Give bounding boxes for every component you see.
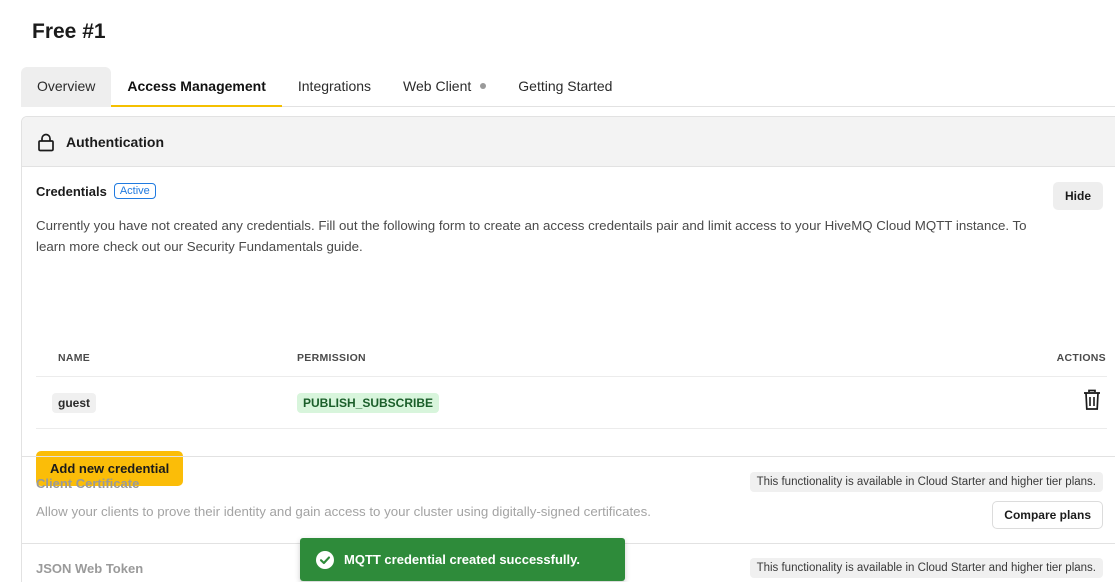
trash-icon[interactable] xyxy=(1082,389,1102,411)
compare-plans-button[interactable]: Compare plans xyxy=(992,501,1103,529)
credentials-section: Credentials Active Hide Currently you ha… xyxy=(22,167,1115,486)
status-dot-icon xyxy=(480,83,487,89)
credentials-title: Credentials xyxy=(36,183,107,199)
authentication-card: Authentication Credentials Active Hide C… xyxy=(21,116,1115,582)
tab-access-management[interactable]: Access Management xyxy=(111,67,282,107)
page: Free #1 Overview Access Management Integ… xyxy=(0,0,1115,582)
authentication-title: Authentication xyxy=(66,133,164,150)
permission-badge: PUBLISH_SUBSCRIBE xyxy=(297,392,440,413)
tab-overview-label: Overview xyxy=(37,78,96,94)
tab-overview[interactable]: Overview xyxy=(21,67,112,107)
column-header-name: NAME xyxy=(58,351,91,364)
toast-message: MQTT credential created successfully. xyxy=(344,552,581,567)
tab-access-management-label: Access Management xyxy=(127,78,266,94)
hide-button[interactable]: Hide xyxy=(1052,182,1103,210)
credentials-description: Currently you have not created any crede… xyxy=(36,218,1027,254)
tab-getting-started-label: Getting Started xyxy=(518,78,613,94)
column-header-actions: ACTIONS xyxy=(1056,351,1106,364)
tier-note-badge: This functionality is available in Cloud… xyxy=(749,558,1103,578)
tab-integrations[interactable]: Integrations xyxy=(282,67,387,107)
status-badge: Active xyxy=(113,183,156,199)
tab-web-client-label: Web Client xyxy=(403,78,472,94)
page-title: Free #1 xyxy=(32,20,106,43)
lock-icon xyxy=(38,133,54,151)
credential-name: guest xyxy=(52,392,97,413)
authentication-header: Authentication xyxy=(22,117,1115,167)
success-toast: MQTT credential created successfully. xyxy=(300,538,625,581)
client-certificate-section: Client Certificate This functionality is… xyxy=(22,456,1115,543)
check-circle-icon xyxy=(316,550,334,569)
tab-web-client[interactable]: Web Client xyxy=(387,67,502,107)
tab-getting-started[interactable]: Getting Started xyxy=(502,67,628,107)
cell-name: guest xyxy=(36,392,297,413)
tab-bar: Overview Access Management Integrations … xyxy=(21,67,1115,107)
table-header: NAME PERMISSION ACTIONS xyxy=(36,339,1107,377)
credentials-table: NAME PERMISSION ACTIONS guest PUBLISH_SU… xyxy=(36,339,1107,429)
tier-note-badge: This functionality is available in Cloud… xyxy=(749,472,1103,492)
jwt-title: JSON Web Token xyxy=(36,561,144,576)
table-row: guest PUBLISH_SUBSCRIBE xyxy=(36,377,1107,429)
client-certificate-title: Client Certificate xyxy=(36,476,140,491)
cell-actions xyxy=(997,389,1107,416)
credentials-title-row: Credentials Active xyxy=(36,183,156,199)
cell-permission: PUBLISH_SUBSCRIBE xyxy=(297,392,997,413)
client-certificate-description: Allow your clients to prove their identi… xyxy=(36,504,651,519)
tab-integrations-label: Integrations xyxy=(297,78,372,94)
column-header-permission: PERMISSION xyxy=(297,351,366,364)
